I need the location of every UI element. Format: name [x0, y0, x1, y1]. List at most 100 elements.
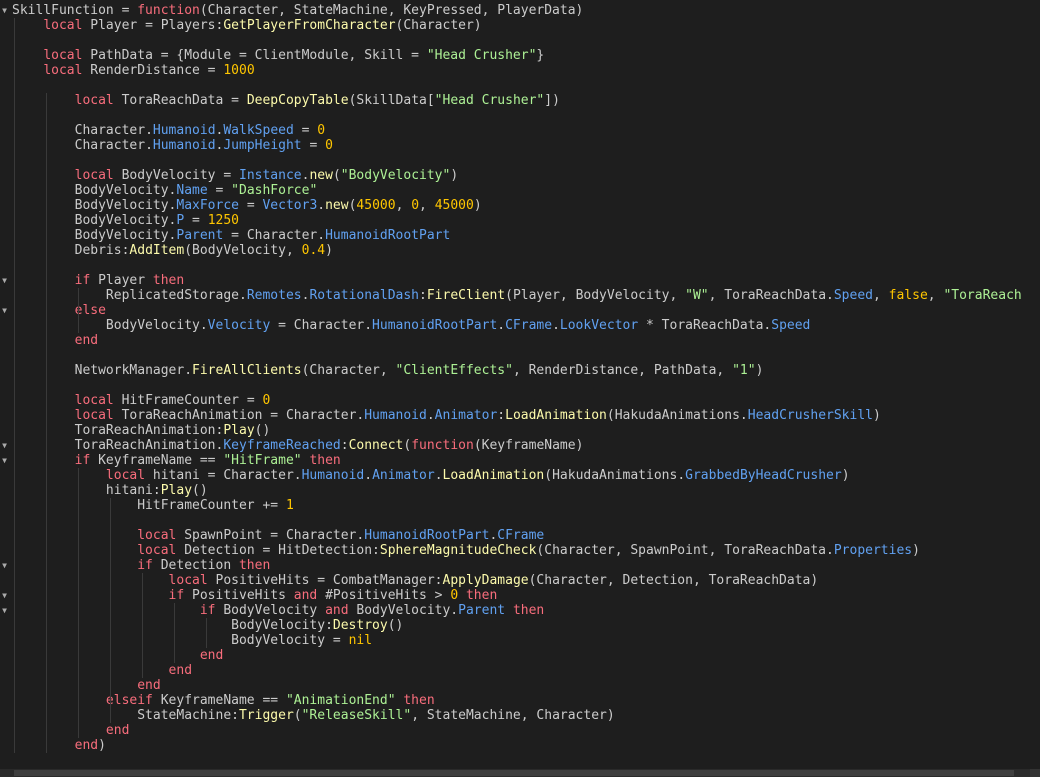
- fold-arrow-icon[interactable]: ▼: [0, 438, 9, 453]
- code-text: * ToraReachData.: [638, 318, 772, 333]
- number-literal: 0.4: [301, 243, 326, 258]
- code-line[interactable]: end: [12, 333, 1040, 348]
- code-line[interactable]: [12, 348, 1040, 363]
- code-line[interactable]: local BodyVelocity = Instance.new("BodyV…: [12, 168, 1040, 183]
- code-text: (HakudaAnimations.: [544, 468, 686, 483]
- code-line[interactable]: end: [12, 663, 1040, 678]
- code-line[interactable]: StateMachine:Trigger("ReleaseSkill", Sta…: [12, 708, 1040, 723]
- code-line[interactable]: [12, 513, 1040, 528]
- code-text: (: [293, 708, 302, 723]
- fold-arrow-icon[interactable]: ▼: [0, 603, 9, 618]
- keyword: end: [105, 723, 130, 738]
- code-line[interactable]: ▼ if Player then: [2, 273, 1040, 288]
- code-editor[interactable]: ▼ SkillFunction = function(Character, Sta…: [0, 0, 1040, 777]
- code-line[interactable]: Character.Humanoid.WalkSpeed = 0: [12, 123, 1040, 138]
- code-line[interactable]: BodyVelocity:Destroy(): [12, 618, 1040, 633]
- property: Speed: [833, 288, 873, 303]
- code-line[interactable]: local HitFrameCounter = 0: [12, 393, 1040, 408]
- code-text: #PositiveHits >: [317, 588, 451, 603]
- code-line[interactable]: ▼ if BodyVelocity and BodyVelocity.Paren…: [2, 603, 1040, 618]
- code-line[interactable]: ▼ if KeyframeName == "HitFrame" then: [2, 453, 1040, 468]
- code-line[interactable]: end: [12, 678, 1040, 693]
- code-line[interactable]: Debris:AddItem(BodyVelocity, 0.4): [12, 243, 1040, 258]
- number-literal: false: [888, 288, 928, 303]
- code-line[interactable]: local ToraReachData = DeepCopyTable(Skil…: [12, 93, 1040, 108]
- code-line[interactable]: local Detection = HitDetection:SphereMag…: [12, 543, 1040, 558]
- keyword: local: [43, 63, 83, 78]
- code-line[interactable]: elseif KeyframeName == "AnimationEnd" th…: [12, 693, 1040, 708]
- fold-arrow-icon[interactable]: ▼: [0, 453, 9, 468]
- code-line[interactable]: local SpawnPoint = Character.HumanoidRoo…: [12, 528, 1040, 543]
- indent-guide: [46, 93, 47, 753]
- code-text: ToraReachAnimation.: [74, 438, 224, 453]
- code-line[interactable]: ToraReachAnimation:Play(): [12, 423, 1040, 438]
- code-line[interactable]: ▼ ToraReachAnimation.KeyframeReached:Con…: [2, 438, 1040, 453]
- code-line[interactable]: ▼ else: [2, 303, 1040, 318]
- code-line[interactable]: HitFrameCounter += 1: [12, 498, 1040, 513]
- code-line[interactable]: local PositiveHits = CombatManager:Apply…: [12, 573, 1040, 588]
- fold-gutter[interactable]: [0, 0, 9, 777]
- code-line[interactable]: local ToraReachAnimation = Character.Hum…: [12, 408, 1040, 423]
- scrollbar-thumb[interactable]: [14, 770, 1014, 776]
- code-line[interactable]: local PathData = {Module = ClientModule,…: [12, 48, 1040, 63]
- property: Humanoid: [301, 468, 365, 483]
- fold-arrow-icon[interactable]: ▼: [0, 558, 9, 573]
- code-text: BodyVelocity =: [231, 633, 349, 648]
- number-literal: 1000: [223, 63, 255, 78]
- code-line[interactable]: end): [12, 738, 1040, 753]
- code-line[interactable]: BodyVelocity.Parent = Character.Humanoid…: [12, 228, 1040, 243]
- code-line[interactable]: end: [12, 648, 1040, 663]
- horizontal-scrollbar[interactable]: [0, 769, 1040, 777]
- code-line[interactable]: [12, 258, 1040, 273]
- code-text: :: [419, 288, 427, 303]
- code-text: .: [552, 318, 560, 333]
- string-literal: "ReleaseSkill": [301, 708, 412, 723]
- code-line[interactable]: NetworkManager.FireAllClients(Character,…: [12, 363, 1040, 378]
- fold-arrow-icon[interactable]: ▼: [0, 3, 9, 18]
- code-text: BodyVelocity.: [105, 318, 208, 333]
- code-text: BodyVelocity.: [74, 228, 177, 243]
- code-area[interactable]: ▼ SkillFunction = function(Character, Sta…: [2, 3, 1040, 753]
- fold-arrow-icon[interactable]: ▼: [0, 588, 9, 603]
- code-line[interactable]: BodyVelocity.Velocity = Character.Humano…: [12, 318, 1040, 333]
- code-line[interactable]: ▼ if Detection then: [2, 558, 1040, 573]
- code-line[interactable]: [12, 78, 1040, 93]
- code-text: NetworkManager.: [74, 363, 193, 378]
- code-line[interactable]: ▼ if PositiveHits and #PositiveHits > 0 …: [2, 588, 1040, 603]
- code-text: (Character, StateMachine, KeyPressed, Pl…: [199, 3, 584, 18]
- code-line[interactable]: end: [12, 723, 1040, 738]
- code-line[interactable]: Character.Humanoid.JumpHeight = 0: [12, 138, 1040, 153]
- code-line[interactable]: BodyVelocity = nil: [12, 633, 1040, 648]
- code-line[interactable]: ▼ SkillFunction = function(Character, Sta…: [2, 3, 1040, 18]
- code-line[interactable]: ReplicatedStorage.Remotes.RotationalDash…: [12, 288, 1040, 303]
- code-line[interactable]: [12, 378, 1040, 393]
- string-literal: "W": [685, 288, 709, 303]
- code-line[interactable]: [12, 108, 1040, 123]
- string-literal: "HitFrame": [223, 453, 302, 468]
- code-line[interactable]: hitani:Play(): [12, 483, 1040, 498]
- code-text: (HakudaAnimations.: [606, 408, 748, 423]
- code-line[interactable]: BodyVelocity.MaxForce = Vector3.new(4500…: [12, 198, 1040, 213]
- fold-arrow-icon[interactable]: ▼: [0, 303, 9, 318]
- code-line[interactable]: [12, 153, 1040, 168]
- code-line[interactable]: local hitani = Character.Humanoid.Animat…: [12, 468, 1040, 483]
- code-line[interactable]: BodyVelocity.Name = "DashForce": [12, 183, 1040, 198]
- keyword: local: [43, 48, 83, 63]
- code-line[interactable]: local RenderDistance = 1000: [12, 63, 1040, 78]
- code-text: Character.: [74, 123, 153, 138]
- keyword: if: [168, 588, 185, 603]
- fold-arrow-icon[interactable]: ▼: [0, 273, 9, 288]
- code-text: .: [364, 468, 373, 483]
- code-line[interactable]: BodyVelocity.P = 1250: [12, 213, 1040, 228]
- code-line[interactable]: local Player = Players:GetPlayerFromChar…: [12, 18, 1040, 33]
- code-line[interactable]: [12, 33, 1040, 48]
